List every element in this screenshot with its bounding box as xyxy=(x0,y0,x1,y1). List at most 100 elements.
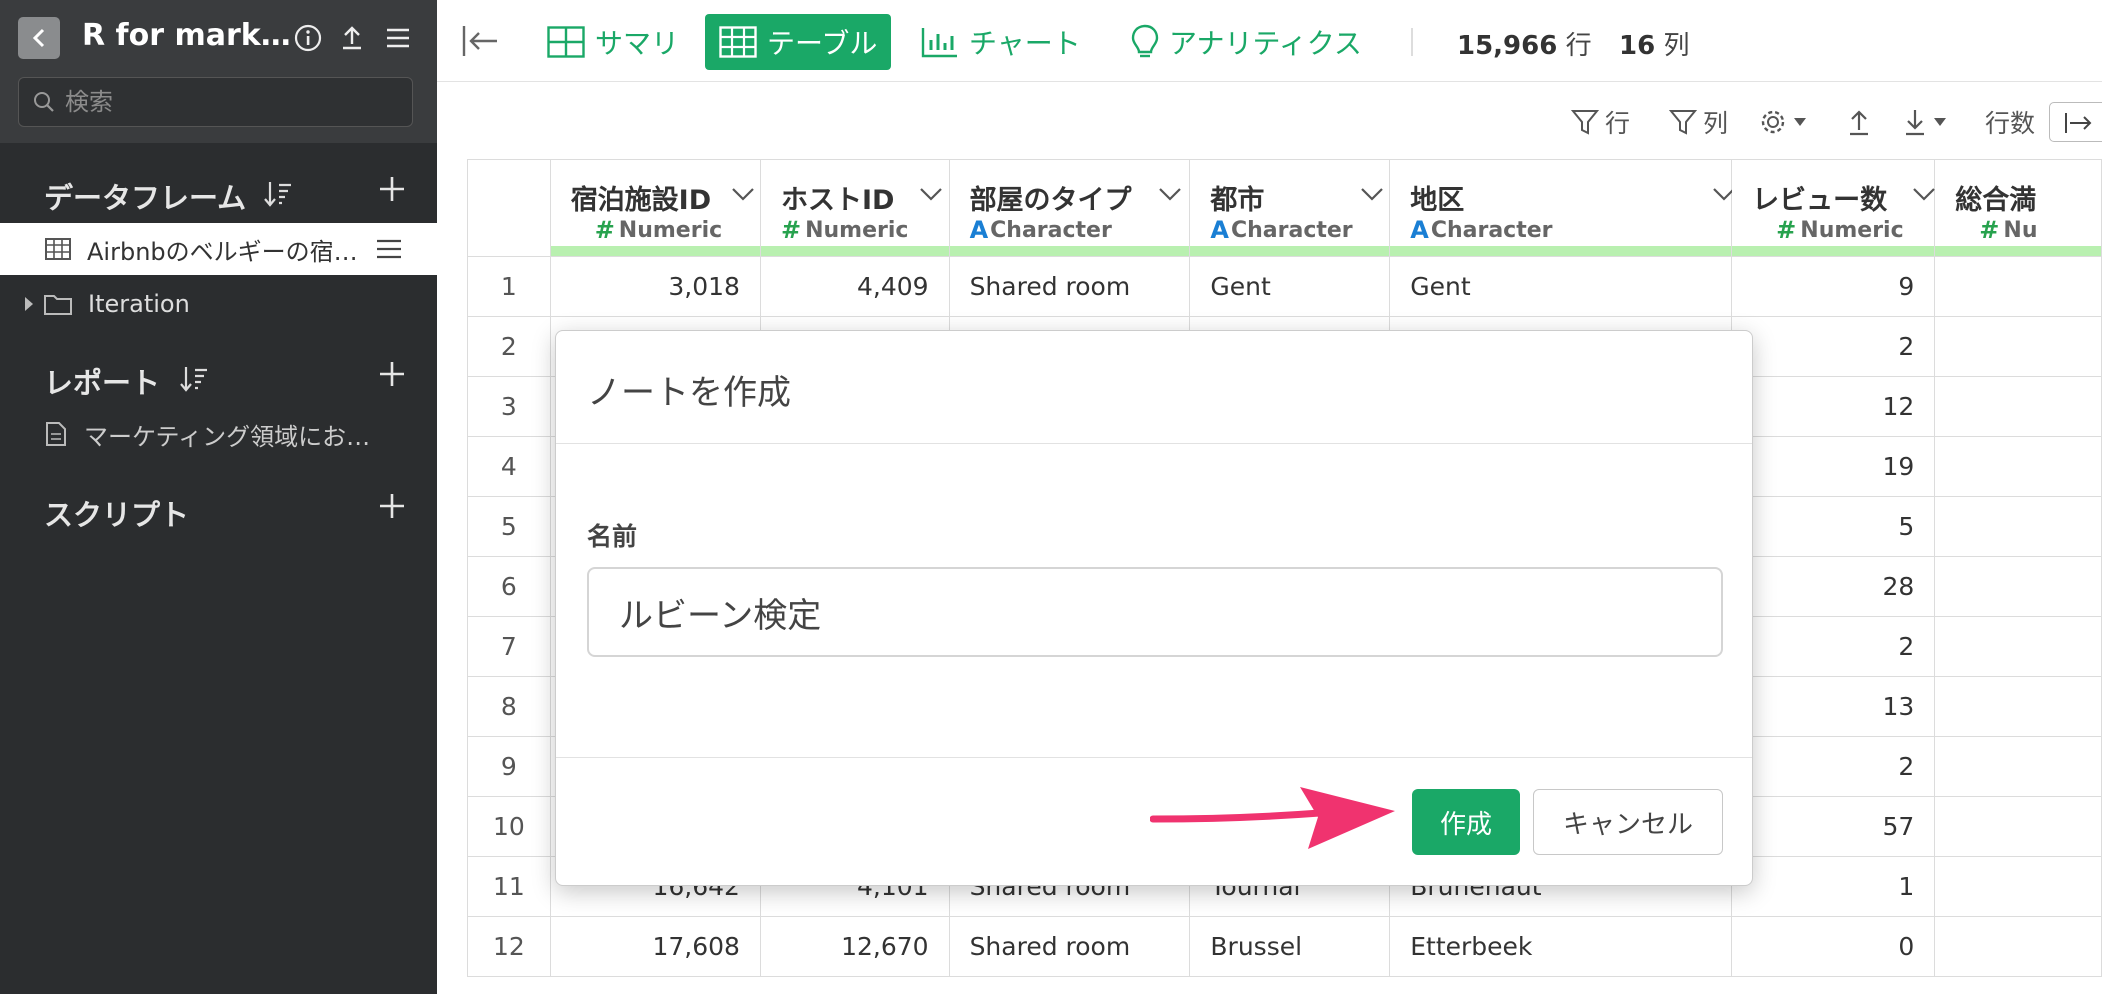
column-quality-bar xyxy=(1190,246,1390,256)
back-button[interactable] xyxy=(18,17,60,59)
menu-icon[interactable] xyxy=(382,22,414,54)
table-cell[interactable]: 0 xyxy=(1731,916,1936,977)
table-cell[interactable] xyxy=(1934,856,2102,917)
table-cell[interactable] xyxy=(1934,436,2102,497)
search-input[interactable] xyxy=(65,88,395,116)
add-report-icon[interactable] xyxy=(376,358,408,390)
table-cell[interactable]: Gent xyxy=(1189,256,1391,317)
table-cell[interactable]: 57 xyxy=(1731,796,1936,857)
add-script-icon[interactable] xyxy=(376,490,408,522)
table-cell[interactable]: 5 xyxy=(1731,496,1936,557)
sidebar-search[interactable] xyxy=(18,77,413,127)
sort-icon[interactable] xyxy=(262,179,294,209)
tab-chart-label: チャート xyxy=(969,27,1081,60)
table-cell[interactable] xyxy=(1934,496,2102,557)
collapse-sidebar-icon[interactable] xyxy=(461,24,501,58)
tab-summary[interactable]: サマリ xyxy=(533,14,693,70)
table-cell[interactable] xyxy=(1934,316,2102,377)
row-number: 2 xyxy=(467,316,551,377)
row-number: 7 xyxy=(467,616,551,677)
download-icon xyxy=(1906,110,1924,136)
table-cell[interactable]: 13 xyxy=(1731,676,1936,737)
chevron-down-icon[interactable] xyxy=(1158,186,1182,202)
table-cell[interactable]: 1 xyxy=(1731,856,1936,917)
table-cell[interactable] xyxy=(1934,376,2102,437)
caret-right-icon xyxy=(25,297,33,311)
table-cell[interactable] xyxy=(1934,916,2102,977)
sidebar-item-dataframe[interactable]: Airbnbのベルギーの宿… xyxy=(0,223,437,275)
column-quality-bar xyxy=(1935,246,2101,256)
table-cell[interactable]: 19 xyxy=(1731,436,1936,497)
table-cell[interactable]: Gent xyxy=(1389,256,1733,317)
column-header[interactable]: 地区 A Character xyxy=(1389,159,1736,257)
table-cell[interactable] xyxy=(1934,256,2102,317)
table-cell[interactable]: 17,608 xyxy=(549,916,761,977)
tab-table[interactable]: テーブル xyxy=(705,14,892,70)
cancel-button[interactable]: キャンセル xyxy=(1533,789,1723,855)
table-cell[interactable] xyxy=(1934,736,2102,797)
dialog-title: ノートを作成 xyxy=(587,373,791,413)
download-dropdown[interactable] xyxy=(1903,104,1953,140)
sidebar-item-report[interactable]: マーケティング領域にお… xyxy=(0,408,437,460)
info-icon[interactable] xyxy=(292,22,324,54)
column-header[interactable]: 部屋のタイプ A Character xyxy=(948,159,1191,257)
column-header[interactable]: 総合満 # Nu xyxy=(1934,159,2102,257)
chevron-down-icon[interactable] xyxy=(1360,186,1384,202)
table-cell[interactable]: 2 xyxy=(1731,616,1936,677)
table-icon xyxy=(719,26,757,58)
hamburger-icon[interactable] xyxy=(376,238,402,260)
table-cell[interactable]: 2 xyxy=(1731,316,1936,377)
column-filter-button[interactable]: 列 xyxy=(1669,104,1728,140)
column-type: # Numeric xyxy=(594,216,723,244)
table-cell[interactable]: 4,409 xyxy=(759,256,950,317)
scripts-section-header: スクリプト xyxy=(0,484,437,534)
table-cell[interactable] xyxy=(1934,796,2102,857)
column-name: 都市 xyxy=(1210,185,1265,216)
tab-analytics[interactable]: アナリティクス xyxy=(1117,14,1376,70)
table-cell[interactable]: Shared room xyxy=(948,916,1191,977)
table-cell[interactable] xyxy=(1934,616,2102,677)
table-cell[interactable]: 2 xyxy=(1731,736,1936,797)
column-type: A Character xyxy=(969,216,1112,244)
table-cell[interactable]: 3,018 xyxy=(549,256,761,317)
note-name-input[interactable] xyxy=(587,567,1723,657)
settings-dropdown[interactable] xyxy=(1759,104,1813,140)
column-header[interactable]: 宿泊施設ID # Numeric xyxy=(549,159,761,257)
table-cell[interactable]: 12 xyxy=(1731,376,1936,437)
column-header[interactable]: ホストID # Numeric xyxy=(759,159,950,257)
table-cell[interactable]: Brussel xyxy=(1189,916,1391,977)
table-cell[interactable]: 12,670 xyxy=(759,916,950,977)
row-number: 9 xyxy=(467,736,551,797)
upload-icon[interactable] xyxy=(336,22,368,54)
table-cell[interactable]: Etterbeek xyxy=(1389,916,1733,977)
table-cell[interactable]: Shared room xyxy=(948,256,1191,317)
table-cell[interactable] xyxy=(1934,556,2102,617)
table-cell[interactable]: 9 xyxy=(1731,256,1936,317)
folder-icon xyxy=(44,295,72,315)
toolbar-divider xyxy=(1411,28,1413,56)
annotation-arrow xyxy=(1150,787,1395,849)
sidebar-item-folder[interactable]: Iteration xyxy=(0,278,437,330)
column-name: 総合満 xyxy=(1955,185,2037,216)
row-count-toggle[interactable] xyxy=(2049,102,2102,142)
add-dataframe-icon[interactable] xyxy=(376,173,408,205)
table-row[interactable]: 1 3,018 4,409 Shared room Gent Gent 9 xyxy=(467,256,2102,317)
chevron-down-icon[interactable] xyxy=(919,186,943,202)
sidebar-header: R for mark… xyxy=(0,0,437,143)
column-header[interactable]: レビュー数 # Numeric xyxy=(1731,159,1936,257)
export-button[interactable] xyxy=(1847,104,1877,140)
column-header[interactable]: 都市 A Character xyxy=(1189,159,1391,257)
sort-icon[interactable] xyxy=(178,364,210,394)
create-button[interactable]: 作成 xyxy=(1412,789,1520,855)
chevron-down-icon[interactable] xyxy=(731,186,755,202)
table-cell[interactable]: 28 xyxy=(1731,556,1936,617)
tab-chart[interactable]: チャート xyxy=(907,14,1095,70)
table-cell[interactable] xyxy=(1934,676,2102,737)
chevron-down-icon[interactable] xyxy=(1912,186,1936,202)
row-number-header xyxy=(467,159,551,257)
row-number: 10 xyxy=(467,796,551,857)
gear-icon xyxy=(1761,110,1785,134)
column-type: # Nu xyxy=(1979,216,2038,244)
table-row[interactable]: 12 17,608 12,670 Shared room Brussel Etterbee… xyxy=(467,916,2102,977)
row-filter-button[interactable]: 行 xyxy=(1571,104,1630,140)
